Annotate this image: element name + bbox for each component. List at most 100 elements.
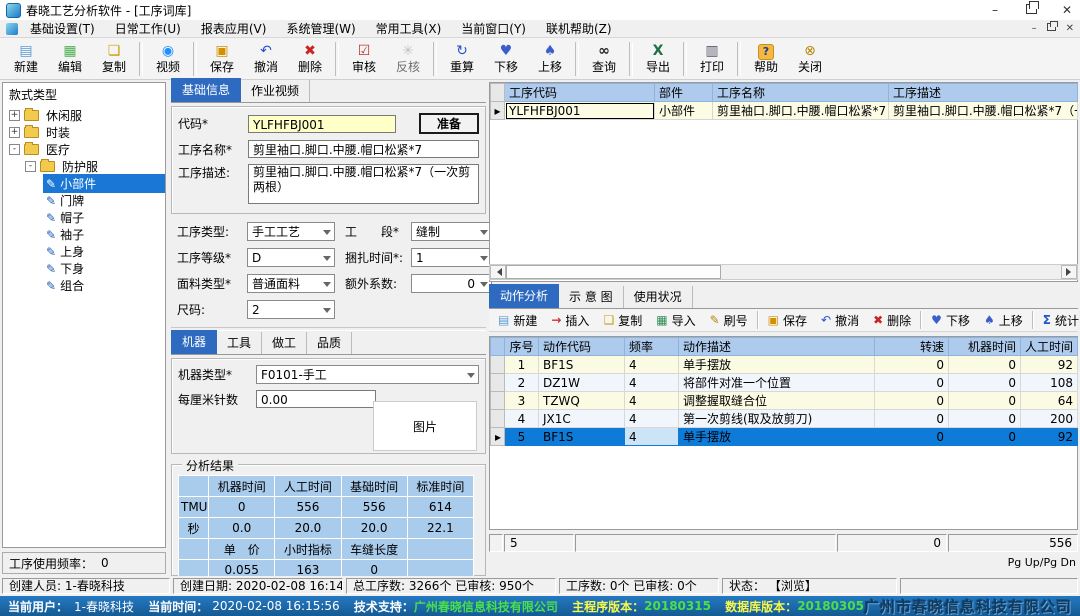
bundle-time-select[interactable]: 1 [411,248,492,267]
print-button[interactable]: ▥打印 [690,40,734,78]
copy-icon: ❏ [108,44,121,60]
tab-work-video[interactable]: 作业视频 [241,80,310,102]
tree-item[interactable]: ✎下身 [3,260,165,277]
tree-item[interactable]: +休闲服 [3,107,165,124]
stitch-count-input[interactable]: 0.00 [256,390,376,408]
chevron-down-icon [323,256,331,265]
video-button[interactable]: ◉视频 [146,40,190,78]
title-bar: 春晓工艺分析软件 - [工序词库] – ✕ [0,0,1080,20]
mdi-minimize-button[interactable]: – [1032,23,1037,34]
size-select[interactable]: 2 [247,300,335,319]
tree-item[interactable]: ✎上身 [3,243,165,260]
export-button[interactable]: X导出 [636,40,680,78]
tab-action-analysis[interactable]: 动作分析 [489,284,559,308]
extra-factor-select[interactable]: 0 [411,274,492,293]
delete-button[interactable]: ✖删除 [288,40,332,78]
mdi-close-button[interactable]: ✕ [1066,23,1074,34]
splitter[interactable] [171,327,486,331]
action-toolbar: ▤新建 →插入 ❏复制 ▦导入 ✎刷号 ▣保存 ↶撤消 ✖删除 ♥下移 ♠上移 … [489,309,1078,332]
row-selector-icon: ▸ [491,428,505,446]
action-save-button[interactable]: ▣保存 [761,310,814,330]
action-move-up-button[interactable]: ♠上移 [977,310,1030,330]
tree-item[interactable]: ✎帽子 [3,209,165,226]
close-button[interactable]: ✕ [1060,3,1074,17]
action-undo-button[interactable]: ↶撤消 [814,310,866,330]
machine-tabs: 机器 工具 做工 品质 [171,334,486,355]
restore-button[interactable] [1024,3,1038,17]
process-table[interactable]: 工序代码 部件 工序名称 工序描述 ▸ YLFHFBJ001 小部件 剪里袖口.… [490,83,1078,120]
menu-basic-settings[interactable]: 基础设置(T) [30,20,95,37]
horizontal-scrollbar[interactable] [489,264,1078,280]
menu-current-window[interactable]: 当前窗口(Y) [461,20,526,37]
tab-quality[interactable]: 品质 [307,332,352,354]
copy-button[interactable]: ❏复制 [92,40,136,78]
tab-workmanship[interactable]: 做工 [262,332,307,354]
table-row: 4JX1C4第一次剪线(取及放剪刀)00200 [491,410,1078,428]
new-button[interactable]: ▤新建 [4,40,48,78]
mdi-restore-icon [1047,23,1056,31]
menu-system[interactable]: 系统管理(W) [286,20,355,37]
tab-tool[interactable]: 工具 [217,332,262,354]
tree-item[interactable]: ✎门牌 [3,192,165,209]
process-item-icon: ✎ [46,246,56,258]
move-down-button[interactable]: ♥下移 [484,40,528,78]
undo-button[interactable]: ↶撤消 [244,40,288,78]
minimize-button[interactable]: – [988,3,1002,17]
tab-diagram[interactable]: 示 意 图 [559,286,624,308]
machine-type-select[interactable]: F0101-手工 [256,365,479,384]
tab-basic-info[interactable]: 基础信息 [171,78,241,102]
action-table[interactable]: 序号 动作代码 频率 动作描述 转速 机器时间 人工时间 1BF1S4单手摆放0… [490,337,1078,446]
move-up-button[interactable]: ♠上移 [528,40,572,78]
process-item-icon: ✎ [46,178,56,190]
tree-item[interactable]: +时装 [3,124,165,141]
table-row: 秒0.020.020.022.1 [179,518,474,539]
tab-machine[interactable]: 机器 [171,330,217,354]
action-import-button[interactable]: ▦导入 [649,310,702,330]
basic-info-panel: 基础信息 作业视频 代码* YLFHFBJ001 准备 工序名称* 剪里袖口.脚… [171,82,486,576]
action-renumber-button[interactable]: ✎刷号 [703,310,755,330]
scroll-right-button[interactable] [1061,265,1077,279]
process-name-input[interactable]: 剪里袖口.脚口.中腰.帽口松紧*7 [248,140,479,158]
action-copy-button[interactable]: ❏复制 [596,310,649,330]
collapse-icon[interactable]: - [25,161,36,172]
tree-item[interactable]: -医疗 [3,141,165,158]
scrollbar-thumb[interactable] [506,265,721,279]
menu-help[interactable]: 联机帮助(Z) [546,20,612,37]
search-icon: ∞ [598,44,610,60]
audit-button[interactable]: ☑审核 [342,40,386,78]
tree-item[interactable]: -防护服 [3,158,165,175]
tree-item[interactable]: ✎组合 [3,277,165,294]
query-button[interactable]: ∞查询 [582,40,626,78]
tree-item-selected[interactable]: ✎小部件 [3,175,165,192]
action-insert-button[interactable]: →插入 [544,310,596,330]
action-move-down-button[interactable]: ♥下移 [924,310,977,330]
save-button[interactable]: ▣保存 [200,40,244,78]
close-app-button[interactable]: ⊗关闭 [788,40,832,78]
menu-tools[interactable]: 常用工具(X) [376,20,442,37]
code-input[interactable]: YLFHFBJ001 [248,115,396,133]
expand-icon[interactable]: + [9,127,20,138]
stage-select[interactable]: 缝制 [411,222,492,241]
ready-button[interactable]: 准备 [419,113,479,134]
new-icon: ▤ [19,44,32,60]
menu-daily-work[interactable]: 日常工作(U) [115,20,181,37]
help-button[interactable]: ?帮助 [744,40,788,78]
process-type-select[interactable]: 手工工艺 [247,222,335,241]
collapse-icon[interactable]: - [9,144,20,155]
action-new-button[interactable]: ▤新建 [491,310,544,330]
recalculate-button[interactable]: ↻重算 [440,40,484,78]
edit-button[interactable]: ▦编辑 [48,40,92,78]
tree-item[interactable]: ✎袖子 [3,226,165,243]
grade-select[interactable]: D [247,248,335,267]
totals-status: 总工序数: 3266个 已审核: 950个 [346,578,556,594]
scroll-left-button[interactable] [490,265,506,279]
expand-icon[interactable]: + [9,110,20,121]
mdi-restore-button[interactable] [1047,23,1056,34]
mdi-child-icon [6,23,18,35]
action-statistics-button[interactable]: Σ统计 [1036,310,1080,330]
action-delete-button[interactable]: ✖删除 [866,310,918,330]
tab-usage-status[interactable]: 使用状况 [624,286,693,308]
fabric-type-select[interactable]: 普通面料 [247,274,335,293]
menu-reports[interactable]: 报表应用(V) [201,20,267,37]
process-desc-input[interactable]: 剪里袖口.脚口.中腰.帽口松紧*7（一次剪两根） [248,164,479,204]
